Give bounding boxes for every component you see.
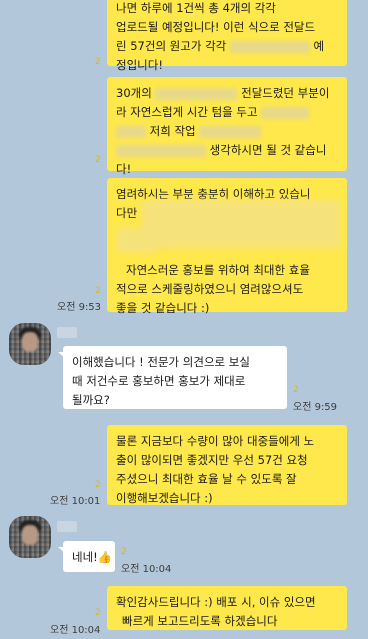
message-line: 저희 작업 <box>116 122 338 141</box>
my-message-bubble[interactable]: 30개의 전달드렸던 부분이 라 자연스럽게 시간 텀을 두고 저희 작업 생각… <box>107 77 347 176</box>
unread-count: 2 <box>95 608 101 618</box>
message-line: 적으로 스케줄링하였으니 염려않으셔도 <box>116 282 304 296</box>
unread-count: 2 <box>95 155 101 165</box>
message-line: 이해했습니다 ! 전문가 의견으로 보실 <box>72 355 250 369</box>
message-line: 때 저건수로 홍보하면 홍보가 제대로 <box>72 374 246 388</box>
redacted-text <box>142 200 340 248</box>
my-message-bubble[interactable]: 나면 하루에 1건씩 총 4개의 각각 업로드될 예정입니다! 이런 식으로 전… <box>107 0 347 72</box>
avatar[interactable] <box>9 516 51 558</box>
message-line: 이행해보겠습니다 :) <box>116 491 213 505</box>
redacted-text <box>117 228 157 252</box>
message-line: 나면 하루에 1건씩 총 4개의 각각 <box>116 1 276 15</box>
sender-name <box>57 521 77 532</box>
sender-name <box>57 327 77 338</box>
message-line: 라 자연스럽게 시간 텀을 두고 <box>116 103 338 122</box>
my-message-bubble[interactable]: 물론 지금보다 수량이 많아 대중들에게 노 출이 많이되면 좋겠지만 우선 5… <box>107 425 347 505</box>
message-line: 자연스러운 홍보를 위하여 최대한 효율 <box>126 263 310 277</box>
message-line: 출이 많이되면 좋겠지만 우선 57건 요청 <box>116 453 308 467</box>
message-time: 오전 10:04 <box>50 625 101 636</box>
message-line: 정입니다! <box>116 58 163 72</box>
their-message-bubble[interactable]: 네네!👍 <box>63 541 115 572</box>
message-time: 오전 10:01 <box>50 496 101 507</box>
message-line: 다! <box>116 162 132 176</box>
unread-count: 2 <box>95 286 101 296</box>
my-message-bubble[interactable]: 확인감사드립니다 :) 배포 시, 이슈 있으면 빠르게 보고드리도록 하겠습니… <box>107 586 347 630</box>
unread-count: 2 <box>95 480 101 490</box>
unread-count: 2 <box>293 385 299 395</box>
message-line: 30개의 전달드렸던 부분이 <box>116 86 330 100</box>
message-time: 오전 9:53 <box>57 302 102 313</box>
message-line: 린 57건의 원고가 각각 예 <box>116 39 325 53</box>
unread-count: 2 <box>121 547 127 557</box>
message-line: 확인감사드립니다 :) 배포 시, 이슈 있으면 <box>116 595 316 609</box>
message-line: 생각하시면 될 것 같습니 <box>116 141 338 160</box>
unread-count: 2 <box>95 57 101 67</box>
message-time: 오전 9:59 <box>293 402 338 413</box>
message-line: 물론 지금보다 수량이 많아 대중들에게 노 <box>116 434 315 448</box>
message-line: 좋을 것 같습니다 :) <box>116 301 210 315</box>
message-line: 빠르게 보고드리도록 하겠습니다 <box>122 614 278 628</box>
message-line: 네네!👍 <box>72 550 113 564</box>
message-line: 업로드될 예정입니다! 이런 식으로 전달드 <box>116 20 316 34</box>
message-time: 오전 10:04 <box>121 564 172 575</box>
message-line: 주셨으니 최대한 효율 날 수 있도록 잘 <box>116 472 297 486</box>
avatar[interactable] <box>9 323 51 365</box>
message-line: 될까요? <box>72 393 110 407</box>
their-message-bubble[interactable]: 이해했습니다 ! 전문가 의견으로 보실 때 저건수로 홍보하면 홍보가 제대로… <box>63 346 287 409</box>
